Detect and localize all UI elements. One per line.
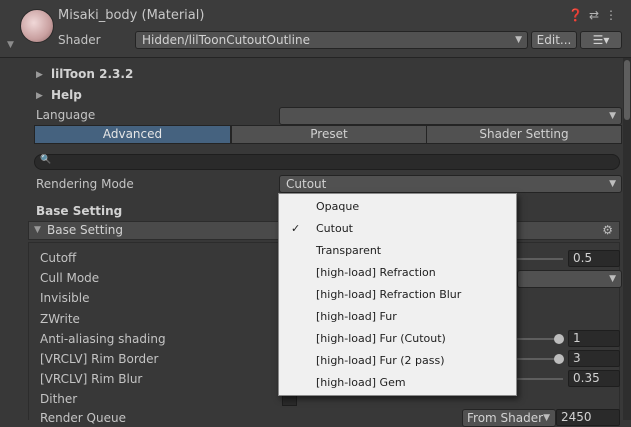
rim-border-slider-knob[interactable] bbox=[554, 354, 564, 364]
anti-aliasing-label: Anti-aliasing shading bbox=[40, 332, 166, 346]
tab-preset[interactable]: Preset bbox=[231, 125, 427, 144]
anti-aliasing-slider[interactable] bbox=[517, 338, 557, 340]
render-queue-field[interactable]: 2450 bbox=[556, 409, 620, 426]
rim-border-slider[interactable] bbox=[517, 358, 557, 360]
cull-mode-label: Cull Mode bbox=[40, 271, 100, 285]
anti-aliasing-field[interactable]: 1 bbox=[568, 330, 620, 347]
search-input[interactable]: 🔍 bbox=[34, 154, 620, 170]
scrollbar-thumb[interactable] bbox=[624, 60, 630, 120]
render-queue-source: From Shader bbox=[467, 411, 544, 425]
help-fold-arrow-icon[interactable]: ▶ bbox=[36, 91, 43, 101]
invisible-label: Invisible bbox=[40, 291, 90, 305]
section-fold-arrow-icon[interactable]: ▼ bbox=[34, 225, 41, 235]
checkmark-icon: ✓ bbox=[291, 222, 301, 235]
shader-value: Hidden/lilToonCutoutOutline bbox=[142, 33, 310, 47]
menu-item-cutout[interactable]: ✓ Cutout bbox=[279, 218, 516, 240]
tab-advanced[interactable]: Advanced bbox=[34, 125, 231, 144]
menu-item-fur[interactable]: [high-load] Fur bbox=[279, 306, 516, 328]
cutoff-label: Cutoff bbox=[40, 251, 77, 265]
chevron-down-icon: ▼ bbox=[609, 179, 616, 189]
rim-blur-label: [VRCLV] Rim Blur bbox=[40, 372, 143, 386]
rendering-mode-label: Rendering Mode bbox=[36, 177, 134, 191]
menu-item-fur-cutout[interactable]: [high-load] Fur (Cutout) bbox=[279, 328, 516, 350]
dither-label: Dither bbox=[40, 392, 78, 406]
cutoff-field[interactable]: 0.5 bbox=[568, 250, 620, 267]
menu-item-refraction-blur[interactable]: [high-load] Refraction Blur bbox=[279, 284, 516, 306]
menu-icon[interactable]: ⋮ bbox=[605, 8, 623, 22]
collapse-arrow-icon[interactable]: ▼ bbox=[7, 40, 14, 50]
rendering-mode-menu: Opaque ✓ Cutout Transparent [high-load] R… bbox=[278, 193, 517, 396]
menu-item-gem[interactable]: [high-load] Gem bbox=[279, 372, 516, 394]
edit-shader-button[interactable]: Edit... bbox=[531, 31, 577, 49]
rim-border-label: [VRCLV] Rim Border bbox=[40, 352, 159, 366]
header-icons: ❓⇄⋮ bbox=[568, 8, 623, 22]
zwrite-label: ZWrite bbox=[40, 312, 80, 326]
help-icon[interactable]: ❓ bbox=[568, 8, 589, 22]
rim-blur-slider[interactable] bbox=[517, 378, 563, 380]
rim-blur-field[interactable]: 0.35 bbox=[568, 370, 620, 387]
search-icon: 🔍 bbox=[40, 155, 52, 165]
cutoff-slider[interactable] bbox=[517, 258, 563, 260]
help-foldout[interactable]: Help bbox=[51, 88, 82, 102]
tab-shader-setting[interactable]: Shader Setting bbox=[426, 125, 622, 144]
rim-border-field[interactable]: 3 bbox=[568, 350, 620, 367]
render-queue-label: Render Queue bbox=[40, 411, 126, 425]
shader-options-button[interactable]: ☰▾ bbox=[580, 31, 622, 49]
preset-icon[interactable]: ⇄ bbox=[589, 8, 605, 22]
menu-item-fur-2-pass[interactable]: [high-load] Fur (2 pass) bbox=[279, 350, 516, 372]
material-title: Misaki_body (Material) bbox=[58, 8, 205, 23]
anti-aliasing-slider-knob[interactable] bbox=[554, 334, 564, 344]
language-label: Language bbox=[36, 108, 96, 122]
render-queue-source-dropdown[interactable]: From Shader ▼ bbox=[462, 409, 556, 427]
chevron-down-icon: ▼ bbox=[609, 111, 616, 121]
header-divider bbox=[0, 57, 631, 58]
menu-item-refraction[interactable]: [high-load] Refraction bbox=[279, 262, 516, 284]
shader-dropdown[interactable]: Hidden/lilToonCutoutOutline ▼ bbox=[135, 31, 528, 49]
chevron-down-icon: ▼ bbox=[515, 35, 522, 45]
cull-mode-dropdown[interactable]: ▼ bbox=[517, 270, 622, 288]
menu-item-opaque[interactable]: Opaque bbox=[279, 196, 516, 218]
chevron-down-icon: ▼ bbox=[543, 413, 550, 423]
material-preview-icon bbox=[20, 9, 54, 43]
menu-item-transparent[interactable]: Transparent bbox=[279, 240, 516, 262]
list-icon: ☰▾ bbox=[592, 33, 610, 47]
rendering-mode-dropdown[interactable]: Cutout ▼ bbox=[279, 175, 622, 193]
rendering-mode-value: Cutout bbox=[286, 177, 327, 191]
base-setting-title: Base Setting bbox=[36, 204, 123, 218]
language-dropdown[interactable]: ▼ bbox=[279, 107, 622, 125]
gear-icon[interactable]: ⚙ bbox=[602, 223, 613, 237]
base-setting-section-label: Base Setting bbox=[47, 223, 124, 237]
shader-label: Shader bbox=[58, 33, 101, 47]
chevron-down-icon: ▼ bbox=[609, 274, 616, 284]
liltoon-fold-arrow-icon[interactable]: ▶ bbox=[36, 70, 43, 80]
liltoon-foldout[interactable]: lilToon 2.3.2 bbox=[51, 67, 133, 81]
